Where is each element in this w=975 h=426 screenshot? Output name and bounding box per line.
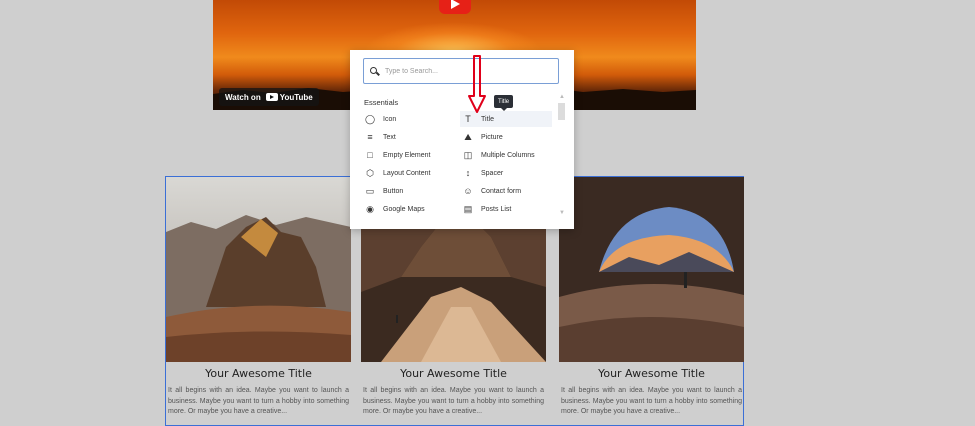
picture-icon: ⛰ (464, 131, 472, 142)
cube-icon: ⬡ (366, 167, 374, 178)
element-label: Spacer (481, 169, 504, 177)
scroll-down-icon[interactable]: ▼ (559, 210, 565, 216)
element-columns-option[interactable]: ◫ Multiple Columns (460, 147, 552, 163)
posts-icon: ▤ (463, 203, 473, 214)
rock-arch-image (559, 177, 744, 362)
desert-rocks-image (166, 177, 351, 362)
map-pin-icon: ◉ (366, 203, 374, 214)
element-spacer-option[interactable]: ↕ Spacer (460, 165, 552, 181)
scrollbar[interactable]: ▲ ▼ (557, 94, 565, 216)
card-title: Your Awesome Title (205, 367, 312, 380)
element-button-option[interactable]: ▭ Button (362, 183, 452, 199)
search-icon (370, 66, 379, 76)
element-label: Title (481, 115, 494, 123)
element-label: Multiple Columns (481, 151, 535, 159)
element-layout-option[interactable]: ⬡ Layout Content (362, 165, 452, 181)
element-label: Button (383, 187, 404, 195)
card-title: Your Awesome Title (598, 367, 705, 380)
lines-icon: ≡ (367, 132, 373, 142)
element-label: Google Maps (383, 205, 425, 213)
youtube-logo-icon (265, 93, 278, 101)
search-box (363, 58, 559, 84)
card-title: Your Awesome Title (400, 367, 507, 380)
spacer-icon: ↕ (465, 168, 471, 178)
add-element-popup: Essentials ◯ Icon T Title ≡ Text ⛰ Pictu… (350, 50, 574, 229)
element-label: Icon (383, 115, 397, 123)
annotation-arrow (468, 55, 486, 113)
text-t-icon: T (465, 114, 471, 124)
card-1: Your Awesome Title It all begins with an… (166, 177, 351, 418)
card-text: It all begins with an idea. Maybe you wa… (168, 387, 349, 415)
card-text: It all begins with an idea. Maybe you wa… (561, 387, 742, 415)
element-label: Posts List (481, 205, 512, 213)
element-posts-option[interactable]: ▤ Posts List (460, 201, 552, 217)
scroll-thumb[interactable] (558, 103, 565, 120)
youtube-logo: YouTube (265, 92, 313, 102)
element-text-option[interactable]: ≡ Text (362, 129, 452, 145)
element-label: Text (383, 133, 396, 141)
element-picture-option[interactable]: ⛰ Picture (460, 129, 552, 145)
card-3: Your Awesome Title It all begins with an… (559, 177, 744, 418)
youtube-play-button[interactable] (439, 0, 471, 14)
columns-icon: ◫ (463, 149, 473, 160)
youtube-brand: YouTube (279, 92, 313, 102)
watch-on-label: Watch on (225, 92, 261, 102)
square-icon: □ (367, 150, 373, 160)
scroll-up-icon[interactable]: ▲ (559, 94, 565, 100)
form-icon: ☺ (463, 186, 473, 196)
search-input[interactable] (385, 67, 545, 75)
element-label: Empty Element (383, 151, 431, 159)
element-label: Picture (481, 133, 503, 141)
button-icon: ▭ (365, 185, 375, 196)
tooltip: Title (494, 95, 514, 111)
card-text: It all begins with an idea. Maybe you wa… (363, 387, 544, 415)
element-contact-option[interactable]: ☺ Contact form (460, 183, 552, 199)
element-label: Contact form (481, 187, 522, 195)
element-icon-option[interactable]: ◯ Icon (362, 111, 452, 127)
circle-icon: ◯ (364, 113, 376, 124)
element-label: Layout Content (383, 169, 431, 177)
section-label: Essentials (364, 98, 399, 107)
element-maps-option[interactable]: ◉ Google Maps (362, 201, 452, 217)
element-empty-option[interactable]: □ Empty Element (362, 147, 452, 163)
watch-on-youtube-link[interactable]: Watch on YouTube (219, 88, 319, 106)
